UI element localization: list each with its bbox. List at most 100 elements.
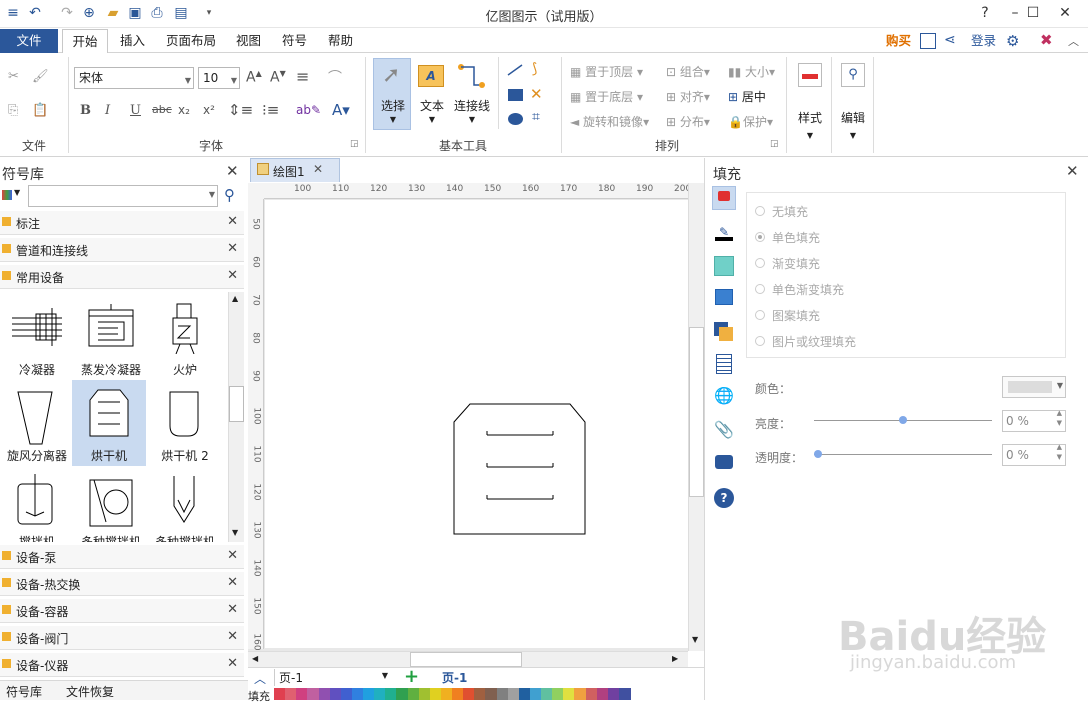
shadow-icon[interactable] bbox=[712, 254, 736, 278]
line-spacing-icon[interactable]: ⇕≡ bbox=[228, 101, 253, 119]
close-category-icon[interactable]: ✕ bbox=[227, 241, 238, 256]
fill-bucket-icon[interactable] bbox=[712, 186, 736, 210]
palette-swatch[interactable] bbox=[396, 688, 408, 700]
center-button[interactable]: ⊞ 居中 bbox=[728, 88, 766, 105]
scroll-down-icon[interactable]: ▼ bbox=[692, 635, 698, 644]
tab-home[interactable]: 开始 bbox=[62, 29, 108, 54]
palette-swatch[interactable] bbox=[285, 688, 297, 700]
help-question-icon[interactable]: ? bbox=[970, 2, 1000, 24]
tab-view[interactable]: 视图 bbox=[228, 29, 269, 53]
palette-swatch[interactable] bbox=[585, 688, 598, 700]
scrollbar-thumb[interactable] bbox=[689, 327, 704, 497]
superscript-icon[interactable]: x² bbox=[203, 103, 215, 117]
drawing-page[interactable] bbox=[265, 200, 688, 648]
apps-icon[interactable]: ✖ bbox=[1040, 31, 1053, 49]
palette-swatch[interactable] bbox=[496, 688, 509, 700]
library-category[interactable]: 设备-仪器 ✕ bbox=[0, 653, 244, 677]
document-tab[interactable]: 绘图1 ✕ bbox=[250, 158, 340, 182]
palette-swatch[interactable] bbox=[296, 688, 308, 700]
library-menu-icon[interactable]: ▼ bbox=[0, 186, 26, 206]
close-category-icon[interactable]: ✕ bbox=[227, 268, 238, 283]
palette-swatch[interactable] bbox=[452, 688, 464, 700]
palette-swatch[interactable] bbox=[429, 688, 442, 700]
shape-mixer[interactable]: 搅拌机 bbox=[0, 466, 74, 542]
distribute-button[interactable]: ⊞ 分布▾ bbox=[666, 113, 710, 130]
buy-link[interactable]: 购买 bbox=[878, 29, 919, 53]
tab-symbol[interactable]: 符号 bbox=[274, 29, 315, 53]
text-curve-icon[interactable]: ⌒ bbox=[328, 67, 342, 87]
color-picker-select[interactable]: ▼ bbox=[1002, 376, 1066, 398]
tab-file-recovery[interactable]: 文件恢复 bbox=[66, 683, 114, 700]
shape-condenser[interactable]: 冷凝器 bbox=[0, 294, 74, 380]
library-category[interactable]: 标注 ✕ bbox=[0, 211, 244, 235]
cut-icon[interactable]: ✂ bbox=[8, 69, 19, 84]
edit-button[interactable]: ⚲ 编辑 ▼ bbox=[836, 59, 870, 151]
comment-icon[interactable] bbox=[712, 452, 736, 476]
tab-page-layout[interactable]: 页面布局 bbox=[158, 29, 224, 53]
shape-cyclone-separator[interactable]: 旋风分离器 bbox=[0, 380, 74, 466]
tab-help[interactable]: 帮助 bbox=[320, 29, 361, 53]
close-category-icon[interactable]: ✕ bbox=[227, 575, 238, 590]
font-size-select[interactable]: 10 ▼ bbox=[198, 67, 240, 89]
help-circle-icon[interactable]: ? bbox=[712, 486, 736, 510]
palette-swatch[interactable] bbox=[385, 688, 397, 700]
size-button[interactable]: ▮▮ 大小▾ bbox=[728, 63, 775, 80]
library-search-input[interactable]: ▼ bbox=[28, 185, 218, 207]
brightness-input[interactable]: 0 % ▲ ▼ bbox=[1002, 409, 1066, 432]
page-select[interactable]: 页-1 ▼ bbox=[274, 669, 392, 686]
canvas-horizontal-scrollbar[interactable]: ◀ ▶ bbox=[248, 651, 688, 667]
italic-icon[interactable]: I bbox=[105, 103, 110, 118]
palette-swatch[interactable] bbox=[340, 688, 353, 700]
close-category-icon[interactable]: ✕ bbox=[227, 548, 238, 563]
strikethrough-icon[interactable]: abc bbox=[152, 103, 172, 116]
attachment-icon[interactable]: 📎 bbox=[712, 420, 736, 444]
transparency-slider-handle[interactable] bbox=[814, 450, 822, 458]
close-window-icon[interactable]: ✕ bbox=[1050, 2, 1080, 24]
settings-gear-icon[interactable]: ⚙ bbox=[1006, 32, 1019, 50]
library-category[interactable]: 设备-热交换 ✕ bbox=[0, 572, 244, 596]
tab-library[interactable]: 符号库 bbox=[6, 683, 42, 700]
style-button[interactable]: 样式 ▼ bbox=[792, 59, 828, 151]
page-document-icon[interactable] bbox=[712, 352, 736, 376]
library-scrollbar[interactable]: ▲ ▼ bbox=[228, 292, 244, 542]
ellipse-tool-icon[interactable] bbox=[508, 113, 523, 125]
line-pen-icon[interactable]: ✎ bbox=[712, 221, 736, 245]
maximize-icon[interactable]: ☐ bbox=[1018, 2, 1048, 24]
palette-swatch[interactable] bbox=[485, 688, 497, 700]
page-tab[interactable]: 页-1 bbox=[442, 669, 467, 686]
page-collapse-icon[interactable]: ︿ bbox=[254, 670, 266, 687]
brightness-slider-handle[interactable] bbox=[899, 416, 907, 424]
font-name-select[interactable]: 宋体 ▼ bbox=[74, 67, 194, 89]
palette-swatch[interactable] bbox=[374, 688, 386, 700]
palette-swatch[interactable] bbox=[596, 688, 609, 700]
search-icon[interactable]: ⚲ bbox=[224, 186, 235, 204]
highlight-icon[interactable]: ab✎ bbox=[296, 103, 321, 117]
palette-swatch[interactable] bbox=[518, 688, 531, 700]
close-category-icon[interactable]: ✕ bbox=[227, 602, 238, 617]
close-panel-icon[interactable]: ✕ bbox=[1066, 162, 1079, 180]
palette-swatch[interactable] bbox=[418, 688, 431, 700]
line-tool-icon[interactable] bbox=[506, 63, 524, 77]
layers-icon[interactable] bbox=[712, 320, 736, 344]
close-category-icon[interactable]: ✕ bbox=[227, 629, 238, 644]
palette-swatch[interactable] bbox=[541, 688, 553, 700]
send-back-button[interactable]: ▦ 置于底层 ▾ bbox=[570, 88, 643, 105]
collapse-ribbon-icon[interactable]: ︿ bbox=[1068, 33, 1079, 49]
shape-dryer-selected[interactable]: 烘干机 bbox=[72, 380, 146, 466]
palette-swatch[interactable] bbox=[618, 688, 631, 700]
palette-swatch[interactable] bbox=[363, 688, 375, 700]
group-button[interactable]: ⊡ 组合▾ bbox=[666, 63, 710, 80]
palette-swatch[interactable] bbox=[463, 688, 475, 700]
arc-tool-icon[interactable]: ⟆ bbox=[532, 61, 537, 77]
library-category[interactable]: 设备-容器 ✕ bbox=[0, 599, 244, 623]
rectangle-tool-icon[interactable] bbox=[508, 89, 523, 101]
palette-swatch[interactable] bbox=[607, 688, 620, 700]
palette-swatch[interactable] bbox=[307, 688, 319, 700]
bold-icon[interactable]: B bbox=[80, 103, 91, 118]
palette-swatch[interactable] bbox=[318, 688, 331, 700]
shape-furnace[interactable]: 火炉 bbox=[148, 294, 222, 380]
library-category[interactable]: 设备-泵 ✕ bbox=[0, 545, 244, 569]
shape-dryer-2[interactable]: 烘干机 2 bbox=[148, 380, 222, 466]
arrange-dialog-launcher-icon[interactable]: ◲ bbox=[770, 139, 779, 149]
palette-swatch[interactable] bbox=[529, 688, 542, 700]
